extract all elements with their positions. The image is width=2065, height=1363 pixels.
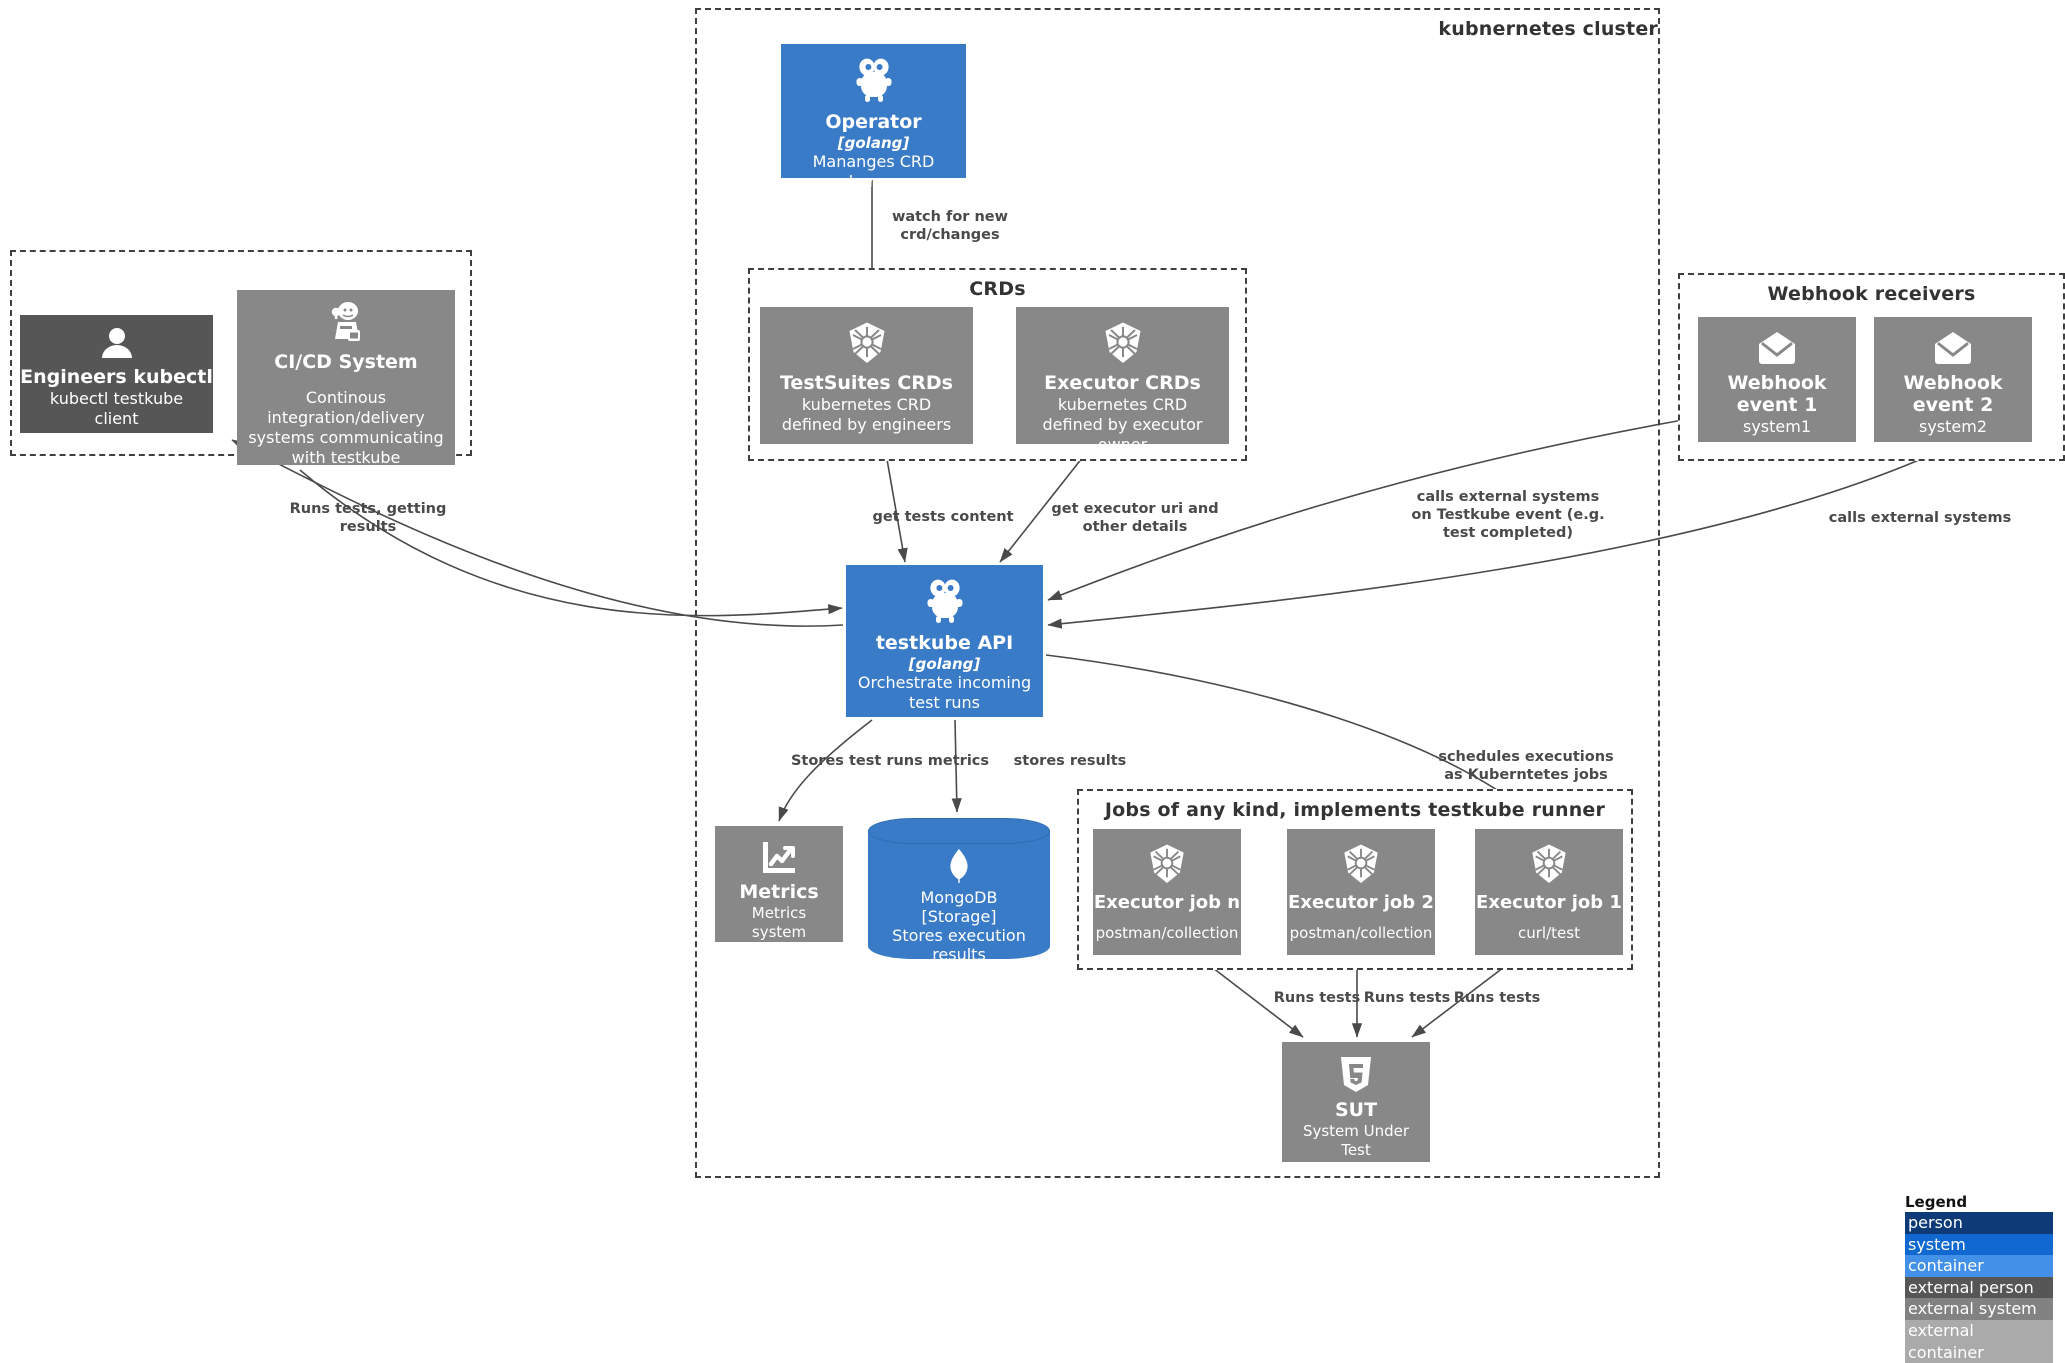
node-engineers-kubectl[interactable]: Engineers kubectl kubectl testkube clien…: [20, 315, 213, 433]
legend-row-person: person: [1905, 1212, 2053, 1234]
node-executor-job-2[interactable]: Executor job 2 postman/collection: [1287, 829, 1435, 955]
node-sut[interactable]: SUT System Under Test: [1282, 1042, 1430, 1162]
node-api-desc: Orchestrate incoming test runs: [857, 672, 1032, 712]
edge-label-calls-external-on-testkube-event: calls external systems on Testkube event…: [1411, 489, 1605, 542]
kubernetes-icon: [1147, 843, 1187, 889]
legend-row-external-container: external container: [1905, 1319, 2053, 1363]
html5-icon: [1339, 1056, 1373, 1098]
node-testkube-api[interactable]: testkube API [golang] Orchestrate incomi…: [846, 565, 1043, 717]
edge-label-watch-crd: watch for new crd/changes: [891, 209, 1009, 244]
edge-label-calls-external-systems: calls external systems: [1828, 510, 2012, 526]
node-testsuites-crds[interactable]: TestSuites CRDs kubernetes CRD defined b…: [760, 307, 973, 444]
node-executorcrds-name: Executor CRDs: [1044, 372, 1201, 394]
legend-row-container: container: [1905, 1255, 2053, 1277]
edge-label-runs-tests-1: Runs tests: [1273, 990, 1361, 1006]
node-execn-desc: postman/collection: [1095, 924, 1239, 943]
node-execn-name: Executor job n: [1093, 892, 1241, 913]
node-executor-crds[interactable]: Executor CRDs kubernetes CRD defined by …: [1016, 307, 1229, 454]
legend-row-external-system: external system: [1905, 1298, 2053, 1320]
node-mongodb-tech: [Storage]: [921, 907, 997, 926]
node-testsuites-desc: kubernetes CRD defined by engineers: [781, 394, 952, 434]
kubernetes-icon: [1341, 843, 1381, 889]
legend-row-system: system: [1905, 1233, 2053, 1256]
edge-label-runs-tests-getting-results: Runs tests, getting results: [289, 501, 447, 536]
node-cicd-desc: Continous integration/delivery systems c…: [248, 387, 444, 467]
edge-label-stores-test-runs-metrics: Stores test runs metrics: [790, 753, 990, 769]
node-webhook-event-2[interactable]: Webhook event 2 system2: [1874, 317, 2032, 442]
edge-label-schedules-executions: schedules executions as Kuberntetes jobs: [1438, 749, 1614, 784]
diagram-canvas: kubnernetes cluster CRDs Webhook receive…: [0, 0, 2065, 1363]
chart-icon: [760, 840, 798, 880]
edge-label-runs-tests-3: Runs tests: [1453, 990, 1541, 1006]
node-operator[interactable]: Operator [golang] Mananges CRD changes: [781, 44, 966, 191]
envelope-icon: [1756, 331, 1798, 369]
edge-label-stores-results: stores results: [1013, 753, 1127, 769]
node-testsuites-name: TestSuites CRDs: [780, 372, 953, 394]
node-executor-job-1[interactable]: Executor job 1 curl/test: [1475, 829, 1623, 955]
node-cicd-system[interactable]: CI/CD System Continous integration/deliv…: [237, 290, 455, 467]
node-sut-name: SUT: [1334, 1099, 1378, 1121]
node-mongodb-name: MongoDB: [920, 888, 998, 907]
node-mongodb-desc: Stores execution results: [892, 926, 1026, 964]
group-title-cluster: kubnernetes cluster: [1438, 18, 1658, 40]
kubernetes-icon: [846, 321, 888, 369]
edge-label-get-executor-uri: get executor uri and other details: [1051, 501, 1219, 536]
node-api-name: testkube API: [875, 632, 1014, 654]
node-webhook1-name: Webhook event 1: [1727, 372, 1827, 416]
node-api-tech: [golang]: [908, 654, 981, 673]
node-metrics[interactable]: Metrics Metrics system: [715, 826, 843, 942]
node-engineers-desc: kubectl testkube client: [49, 388, 184, 428]
legend-title: Legend: [1905, 1193, 1968, 1211]
node-cicd-name: CI/CD System: [274, 351, 418, 373]
node-webhook2-desc: system2: [1918, 416, 1988, 436]
group-title-jobs: Jobs of any kind, implements testkube ru…: [1104, 799, 1606, 821]
node-webhook1-desc: system1: [1742, 416, 1812, 436]
kubernetes-icon: [1529, 843, 1569, 889]
node-operator-name: Operator: [825, 111, 922, 133]
group-title-webhooks: Webhook receivers: [1767, 283, 1976, 305]
edge-label-runs-tests-2: Runs tests: [1363, 990, 1451, 1006]
node-webhook2-name: Webhook event 2: [1903, 372, 2003, 416]
node-engineers-name: Engineers kubectl: [20, 366, 213, 388]
kubernetes-icon: [1102, 321, 1144, 369]
node-sut-desc: System Under Test: [1302, 1121, 1410, 1159]
person-icon: [100, 327, 134, 363]
node-mongodb[interactable]: MongoDB [Storage] Stores execution resul…: [868, 818, 1050, 964]
cicd-person-icon: [326, 300, 366, 348]
node-exec1-name: Executor job 1: [1476, 892, 1622, 913]
node-executor-job-n[interactable]: Executor job n postman/collection: [1093, 829, 1241, 955]
legend: Legend person system container external …: [1905, 1193, 2053, 1363]
edge-label-get-tests-content: get tests content: [872, 509, 1014, 525]
gopher-icon: [925, 579, 965, 629]
node-operator-desc: Mananges CRD changes: [812, 151, 935, 191]
node-webhook-event-1[interactable]: Webhook event 1 system1: [1698, 317, 1856, 442]
mongodb-leaf-icon: [946, 848, 972, 888]
node-exec2-name: Executor job 2: [1288, 892, 1434, 913]
node-operator-tech: [golang]: [837, 133, 910, 152]
node-executorcrds-desc: kubernetes CRD defined by executor owner: [1042, 394, 1203, 454]
group-title-crds: CRDs: [969, 278, 1026, 300]
envelope-icon: [1932, 331, 1974, 369]
node-exec2-desc: postman/collection: [1289, 924, 1433, 943]
node-exec1-desc: curl/test: [1518, 924, 1580, 943]
gopher-icon: [854, 58, 894, 108]
legend-row-external-person: external person: [1905, 1276, 2053, 1299]
node-metrics-name: Metrics: [739, 881, 819, 903]
node-metrics-desc: Metrics system: [751, 903, 807, 941]
